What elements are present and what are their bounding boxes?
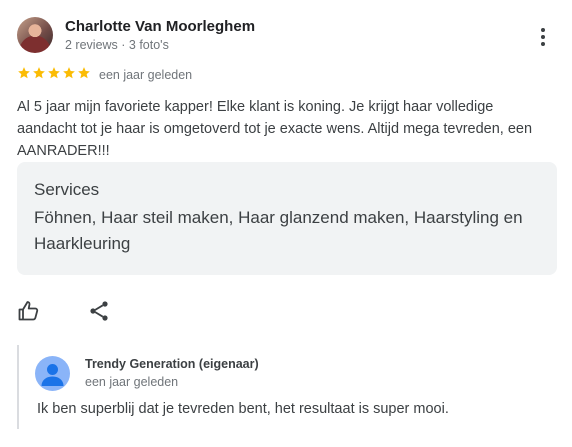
star-icon (33, 67, 45, 79)
review-text: Al 5 jaar mijn favoriete kapper! Elke kl… (17, 99, 533, 159)
star-icon (48, 67, 60, 79)
owner-reply-text: Ik ben superblij dat je tevreden bent, h… (37, 401, 449, 417)
reviewer-meta: 2 reviews · 3 foto's (65, 38, 169, 52)
review-date: een jaar geleden (99, 68, 193, 82)
star-icon (78, 67, 90, 79)
owner-reply-date: een jaar geleden (85, 375, 179, 389)
reviewer-name[interactable]: Charlotte Van Moorleghem (65, 18, 255, 35)
star-icon (18, 67, 30, 79)
services-box: Services Föhnen, Haar steil maken, Haar … (17, 162, 557, 275)
star-icon (63, 67, 75, 79)
services-list: Föhnen, Haar steil maken, Haar glanzend … (34, 208, 523, 253)
owner-avatar (35, 356, 70, 391)
review-card: Charlotte Van Moorleghem 2 reviews · 3 f… (0, 0, 572, 447)
owner-name: Trendy Generation (eigenaar) (85, 357, 259, 371)
share-icon[interactable] (87, 299, 111, 323)
reply-divider (17, 345, 19, 429)
more-options-button[interactable] (530, 24, 556, 50)
star-rating (17, 66, 91, 82)
thumb-up-icon[interactable] (17, 299, 41, 323)
person-icon (41, 364, 64, 386)
more-vert-icon (541, 28, 545, 32)
reviewer-avatar[interactable] (17, 17, 53, 53)
services-title: Services (34, 180, 100, 199)
